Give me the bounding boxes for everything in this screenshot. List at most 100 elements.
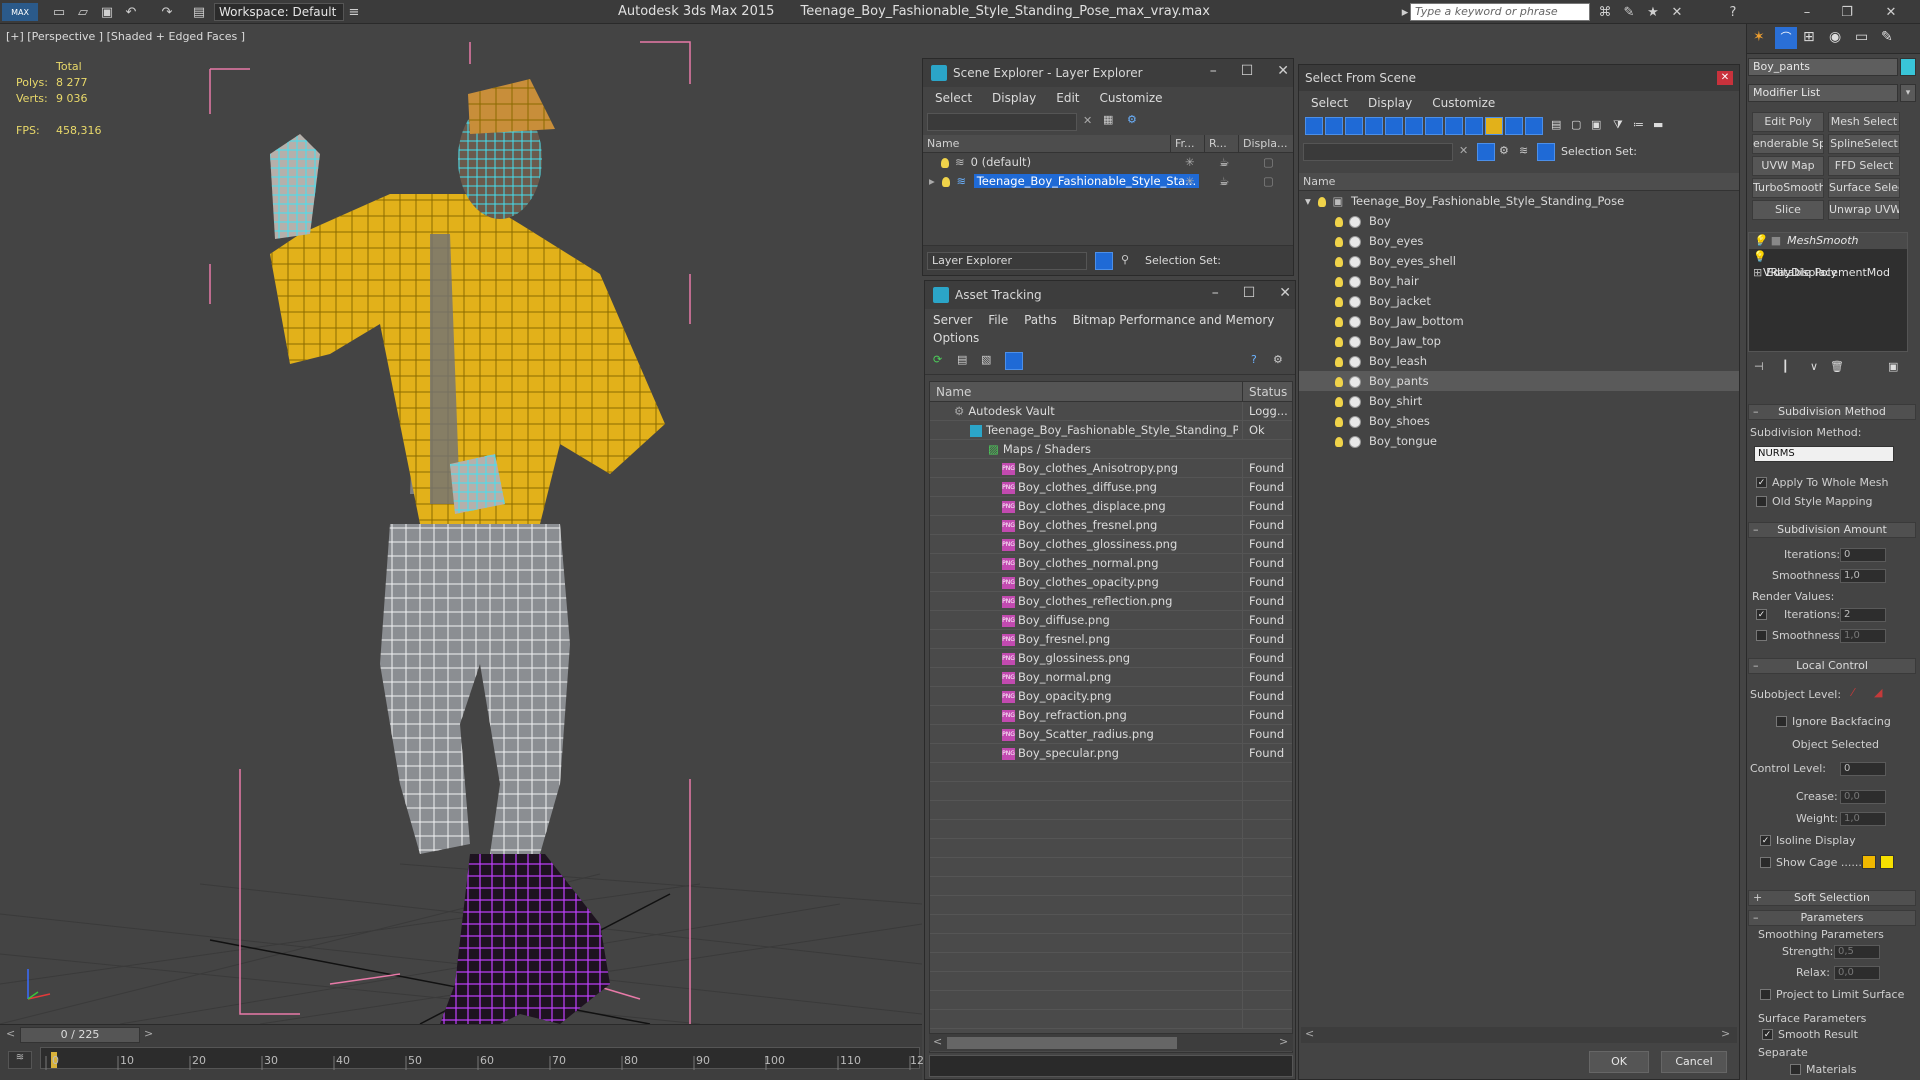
groups-filter-icon[interactable] [1425,117,1443,135]
maximize-icon[interactable]: ☐ [1243,285,1256,301]
parameters-rollout[interactable]: – Parameters [1748,910,1916,926]
asset-file-row[interactable]: PNG Boy_clothes_fresnel.png Found [930,516,1292,535]
asset-file-row[interactable]: PNG Boy_clothes_displace.png Found [930,497,1292,516]
expand-icon[interactable]: ▸ [929,174,935,188]
cage-selection-color-swatch[interactable] [1880,855,1894,869]
edit-poly-button[interactable]: Edit Poly [1752,112,1824,132]
ffd-select-button[interactable]: FFD Select [1828,156,1900,176]
scroll-right-icon[interactable]: > [1279,1035,1288,1048]
relax-spinner[interactable]: 0,0 [1834,966,1880,980]
isoline-display-checkbox[interactable]: ✓ [1760,835,1771,846]
motion-tab-icon[interactable]: ◉ [1829,29,1841,45]
bones-filter-icon[interactable] [1465,117,1483,135]
col-name[interactable]: Name [923,135,1171,152]
project-limit-checkbox[interactable] [1760,989,1771,1000]
close-icon[interactable]: ✕ [1277,63,1289,79]
freeze-icon[interactable]: ✳ [1185,172,1195,191]
stack-item-meshsmooth[interactable]: 💡 ■ MeshSmooth [1749,233,1907,249]
scene-object-row[interactable]: Boy_shirt [1299,391,1739,411]
restore-icon[interactable]: ❐ [1838,3,1856,21]
light-bulb-icon[interactable] [1335,336,1343,347]
show-end-result-icon[interactable]: ┃ [1782,360,1789,373]
light-bulb-icon[interactable] [942,176,951,187]
containers-filter-icon[interactable] [1485,117,1503,135]
asset-file-row[interactable]: PNG Boy_diffuse.png Found [930,611,1292,630]
open-file-icon[interactable]: ▱ [74,3,92,21]
project-folder-icon[interactable]: ▤ [190,3,208,21]
hierarchy-filter-icon[interactable]: ≔ [1633,118,1644,131]
asset-row-maps[interactable]: ▨ Maps / Shaders [930,440,1292,459]
select-none-icon[interactable]: ▢ [1571,118,1581,131]
display-icon[interactable]: ▢ [1263,172,1274,191]
light-bulb-icon[interactable] [1335,296,1343,307]
close-icon[interactable]: ✕ [1717,71,1733,85]
star-icon[interactable]: ★ [1644,3,1662,21]
asset-file-row[interactable]: PNG Boy_glossiness.png Found [930,649,1292,668]
scroll-left-icon[interactable]: < [933,1035,942,1048]
light-bulb-icon[interactable] [1335,236,1343,247]
menu-file[interactable]: File [988,313,1008,327]
menu-select[interactable]: Select [1311,96,1348,110]
save-icon[interactable]: ▣ [98,3,116,21]
light-bulb-icon[interactable] [1335,276,1343,287]
col-freeze[interactable]: Fr... [1171,135,1205,152]
hidden-filter-icon[interactable] [1525,117,1543,135]
list-view-icon[interactable]: ▤ [957,353,967,366]
help-icon[interactable]: ? [1724,3,1742,21]
uvw-map-button[interactable]: UVW Map [1752,156,1824,176]
select-invert-icon[interactable]: ▣ [1591,118,1601,131]
col-display[interactable]: Displa... [1239,135,1291,152]
scene-object-row[interactable]: Boy_eyes_shell [1299,251,1739,271]
scene-object-row[interactable]: Boy_shoes [1299,411,1739,431]
collapse-icon[interactable]: ▬ [1653,118,1663,131]
redo-icon[interactable]: ↷ [158,3,176,21]
display-icon[interactable]: ▢ [1263,153,1274,172]
select-all-icon[interactable]: ▤ [1551,118,1561,131]
scene-object-row[interactable]: Boy_leash [1299,351,1739,371]
render-smoothness-checkbox[interactable] [1756,630,1767,641]
subdivision-method-select[interactable]: NURMS [1754,446,1894,462]
menu-display[interactable]: Display [1368,96,1412,110]
slice-button[interactable]: Slice [1752,200,1824,220]
smoothness-spinner[interactable]: 1,0 [1840,569,1886,583]
asset-file-row[interactable]: PNG Boy_normal.png Found [930,668,1292,687]
funnel-icon[interactable]: ⧩ [1613,118,1623,132]
expand-icon[interactable]: ⊞ [1753,266,1762,279]
col-status[interactable]: Status [1242,382,1292,402]
render-smoothness-spinner[interactable]: 1,0 [1840,629,1886,643]
menu-bitmap-performance[interactable]: Bitmap Performance and Memory [1073,313,1275,327]
menu-paths[interactable]: Paths [1024,313,1057,327]
close-icon[interactable]: ✕ [1279,285,1291,301]
hierarchy-mode-icon[interactable] [1537,143,1555,161]
asset-file-row[interactable]: PNG Boy_opacity.png Found [930,687,1292,706]
spline-select-button[interactable]: SplineSelect [1828,134,1900,154]
max-logo[interactable]: MAX [2,3,38,21]
asset-file-row[interactable]: PNG Boy_clothes_opacity.png Found [930,573,1292,592]
cage-color-swatch[interactable] [1862,855,1876,869]
time-next-icon[interactable]: > [144,1027,153,1040]
pin-stack-icon[interactable]: ⊣ [1754,360,1764,373]
find-field[interactable] [1303,143,1453,161]
light-bulb-icon[interactable] [1335,416,1343,427]
asset-row-vault[interactable]: ⚙ Autodesk Vault Logg... [930,402,1292,421]
filter-icon[interactable]: ▦ [1103,113,1113,126]
menu-customize[interactable]: Customize [1100,91,1163,105]
show-cage-checkbox[interactable] [1760,857,1771,868]
scene-object-row[interactable]: Boy_tongue [1299,431,1739,451]
menu-options[interactable]: Options [933,331,979,345]
configure-sets-icon[interactable]: ▣ [1888,360,1898,373]
shapes-filter-icon[interactable] [1325,117,1343,135]
render-icon[interactable]: ☕ [1219,172,1229,191]
refresh-icon[interactable]: ⟳ [933,353,942,366]
help-icon[interactable]: ? [1251,353,1257,366]
display-tab-icon[interactable]: ▭ [1855,29,1868,45]
asset-file-row[interactable]: PNG Boy_specular.png Found [930,744,1292,763]
hierarchy-tab-icon[interactable]: ⊞ [1803,29,1815,45]
perspective-viewport[interactable]: [+] [Perspective ] [Shaded + Edged Faces… [0,24,922,1024]
new-file-icon[interactable]: ▭ [50,3,68,21]
weight-spinner[interactable]: 1,0 [1840,812,1886,826]
object-color-swatch[interactable] [1900,58,1916,76]
soft-selection-rollout[interactable]: + Soft Selection [1748,890,1916,906]
object-name-field[interactable]: Boy_pants [1748,58,1898,76]
scene-object-row[interactable]: Boy_hair [1299,271,1739,291]
